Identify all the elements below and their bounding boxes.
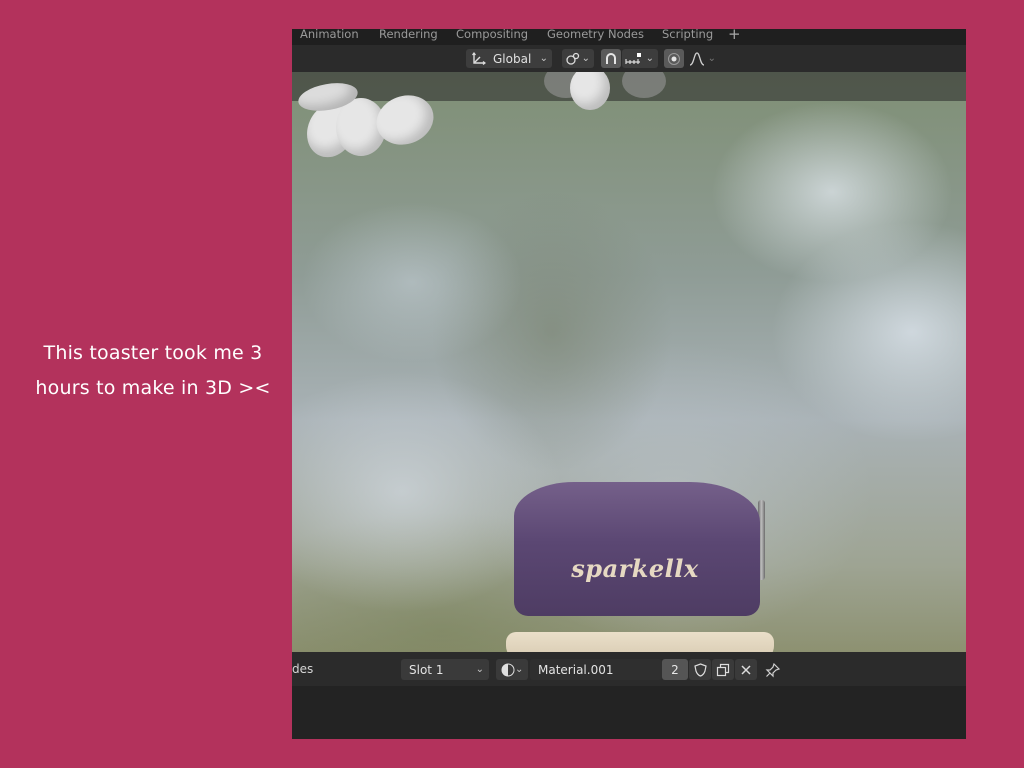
pin-icon — [765, 662, 781, 678]
proportional-falloff-dropdown[interactable]: ⌄ — [686, 49, 720, 68]
pin-button[interactable] — [762, 659, 784, 680]
viewport-header-toolbar: Global ⌄ ⌄ ⌄ ⌄ — [292, 45, 966, 72]
chevron-down-icon: ⌄ — [581, 53, 590, 64]
fake-user-button[interactable] — [689, 659, 711, 680]
workspace-tabs: Animation Rendering Compositing Geometry… — [292, 29, 966, 45]
slot-dropdown[interactable]: Slot 1 ⌄ — [401, 659, 489, 680]
falloff-curve-icon — [689, 51, 705, 66]
user-count-value: 2 — [671, 662, 679, 677]
3d-viewport[interactable]: sparkellx — [292, 72, 966, 652]
proportional-edit-toggle[interactable] — [664, 49, 684, 68]
chevron-down-icon: ⌄ — [707, 53, 716, 64]
toaster-brand-text: sparkellx — [571, 554, 699, 583]
pivot-icon — [565, 52, 581, 66]
snap-toggle[interactable] — [601, 49, 621, 68]
material-name-value: Material.001 — [538, 662, 614, 677]
toaster-body — [514, 482, 760, 616]
material-user-count[interactable]: 2 — [662, 659, 688, 680]
caption-text: This toaster took me 3 hours to make in … — [20, 336, 286, 406]
transform-orientation-label: Global — [493, 51, 532, 66]
snap-increment-icon — [625, 52, 643, 66]
chevron-down-icon: ⌄ — [475, 664, 484, 675]
unlink-close-icon — [740, 664, 752, 676]
tab-scripting[interactable]: Scripting — [662, 29, 713, 41]
unlink-material-button[interactable] — [735, 659, 757, 680]
caption-line-1: This toaster took me 3 — [43, 342, 263, 364]
chevron-down-icon: ⌄ — [645, 53, 654, 64]
snap-magnet-icon — [604, 52, 618, 66]
properties-panel-empty-area — [292, 686, 966, 739]
snap-target-dropdown[interactable]: ⌄ — [622, 49, 658, 68]
tab-animation[interactable]: Animation — [300, 29, 359, 41]
duplicate-material-icon — [716, 663, 730, 677]
fake-user-shield-icon — [693, 662, 707, 677]
mode-label-partial: des — [292, 662, 314, 676]
blender-window: Animation Rendering Compositing Geometry… — [292, 29, 966, 739]
tab-compositing[interactable]: Compositing — [456, 29, 528, 41]
proportional-edit-icon — [667, 52, 681, 66]
transform-orientation-dropdown[interactable]: Global ⌄ — [466, 49, 552, 68]
tab-rendering[interactable]: Rendering — [379, 29, 438, 41]
transform-orientation-icon — [471, 51, 487, 66]
chevron-down-icon: ⌄ — [539, 53, 548, 64]
browse-material-dropdown[interactable]: ⌄ — [496, 659, 528, 680]
material-slot-row: des Slot 1 ⌄ ⌄ Material.001 2 — [292, 652, 966, 686]
chevron-down-icon: ⌄ — [515, 664, 524, 675]
pivot-point-dropdown[interactable]: ⌄ — [562, 49, 594, 68]
toaster-base — [506, 632, 774, 652]
add-workspace-button[interactable]: + — [728, 29, 741, 43]
caption-line-2: hours to make in 3D >< — [35, 377, 271, 399]
material-browse-icon — [501, 663, 515, 677]
material-name-field[interactable]: Material.001 — [530, 659, 662, 680]
tab-geometry-nodes[interactable]: Geometry Nodes — [547, 29, 644, 41]
slot-label: Slot 1 — [409, 662, 444, 677]
duplicate-material-button[interactable] — [712, 659, 734, 680]
